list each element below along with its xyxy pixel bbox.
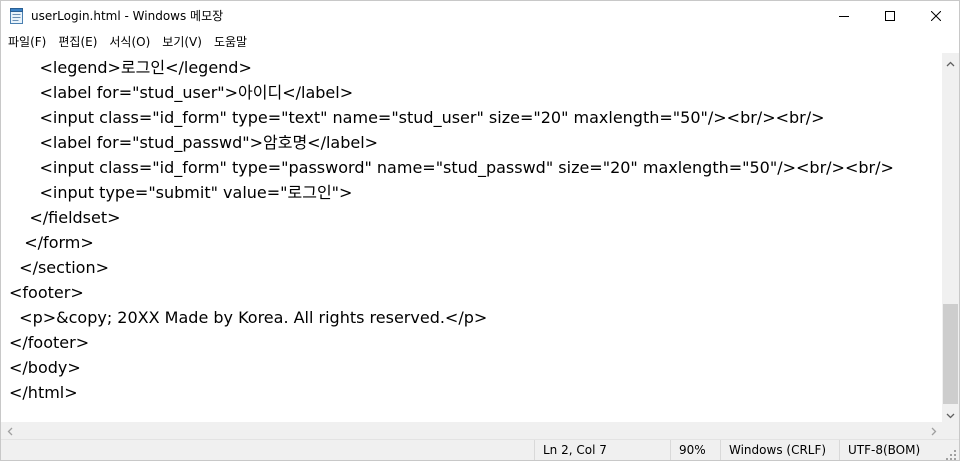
editor-line: <p>&copy; 20XX Made by Korea. All rights…: [9, 308, 488, 327]
chevron-down-icon: [946, 404, 955, 423]
editor-line: </footer>: [9, 333, 90, 352]
close-button[interactable]: [913, 1, 959, 31]
editor-line: <legend>로그인</legend>: [9, 58, 252, 77]
notepad-icon: [10, 8, 23, 24]
editor-line: </form>: [9, 233, 94, 252]
notepad-window: userLogin.html - Windows 메모장 파일(F) 편집(E)…: [0, 0, 960, 461]
vertical-scroll-thumb[interactable]: [943, 304, 958, 404]
scroll-left-button[interactable]: [1, 422, 18, 439]
vertical-scrollbar[interactable]: [942, 53, 959, 422]
editor-line: <label for="stud_user">아이디</label>: [9, 83, 354, 102]
editor-line: <input type="submit" value="로그인">: [9, 183, 353, 202]
text-editor[interactable]: <legend>로그인</legend> <label for="stud_us…: [1, 53, 942, 422]
window-title: userLogin.html - Windows 메모장: [31, 9, 224, 23]
menu-edit[interactable]: 편집(E): [52, 32, 103, 52]
menu-help[interactable]: 도움말: [208, 32, 253, 52]
chevron-left-icon: [7, 421, 13, 440]
editor-line: </body>: [9, 358, 81, 377]
close-icon: [931, 11, 941, 21]
maximize-button[interactable]: [867, 1, 913, 31]
title-bar[interactable]: userLogin.html - Windows 메모장: [1, 1, 959, 31]
scrollbar-corner: [942, 422, 959, 439]
resize-grip-icon[interactable]: [945, 446, 957, 460]
scroll-up-button[interactable]: [942, 53, 959, 70]
minimize-button[interactable]: [821, 1, 867, 31]
zoom-level: 90%: [670, 440, 720, 460]
line-ending: Windows (CRLF): [720, 440, 839, 460]
menu-bar: 파일(F) 편집(E) 서식(O) 보기(V) 도움말: [1, 31, 959, 53]
menu-format[interactable]: 서식(O): [103, 32, 156, 52]
chevron-up-icon: [946, 52, 955, 71]
status-bar: Ln 2, Col 7 90% Windows (CRLF) UTF-8(BOM…: [1, 439, 959, 460]
cursor-position: Ln 2, Col 7: [534, 440, 667, 460]
menu-view[interactable]: 보기(V): [156, 32, 208, 52]
scroll-down-button[interactable]: [942, 405, 959, 422]
maximize-icon: [885, 11, 895, 21]
horizontal-scrollbar[interactable]: [1, 422, 942, 439]
editor-line: </fieldset>: [9, 208, 121, 227]
editor-line: <label for="stud_passwd">암호명</label>: [9, 133, 379, 152]
menu-file[interactable]: 파일(F): [1, 32, 52, 52]
chevron-right-icon: [931, 421, 937, 440]
editor-line: <footer>: [9, 283, 84, 302]
editor-line: </html>: [9, 383, 78, 402]
editor-line: <input class="id_form" type="password" n…: [9, 158, 894, 177]
editor-line: <input class="id_form" type="text" name=…: [9, 108, 825, 127]
minimize-icon: [839, 11, 849, 21]
encoding: UTF-8(BOM): [839, 440, 942, 460]
scroll-right-button[interactable]: [925, 422, 942, 439]
editor-line: </section>: [9, 258, 109, 277]
